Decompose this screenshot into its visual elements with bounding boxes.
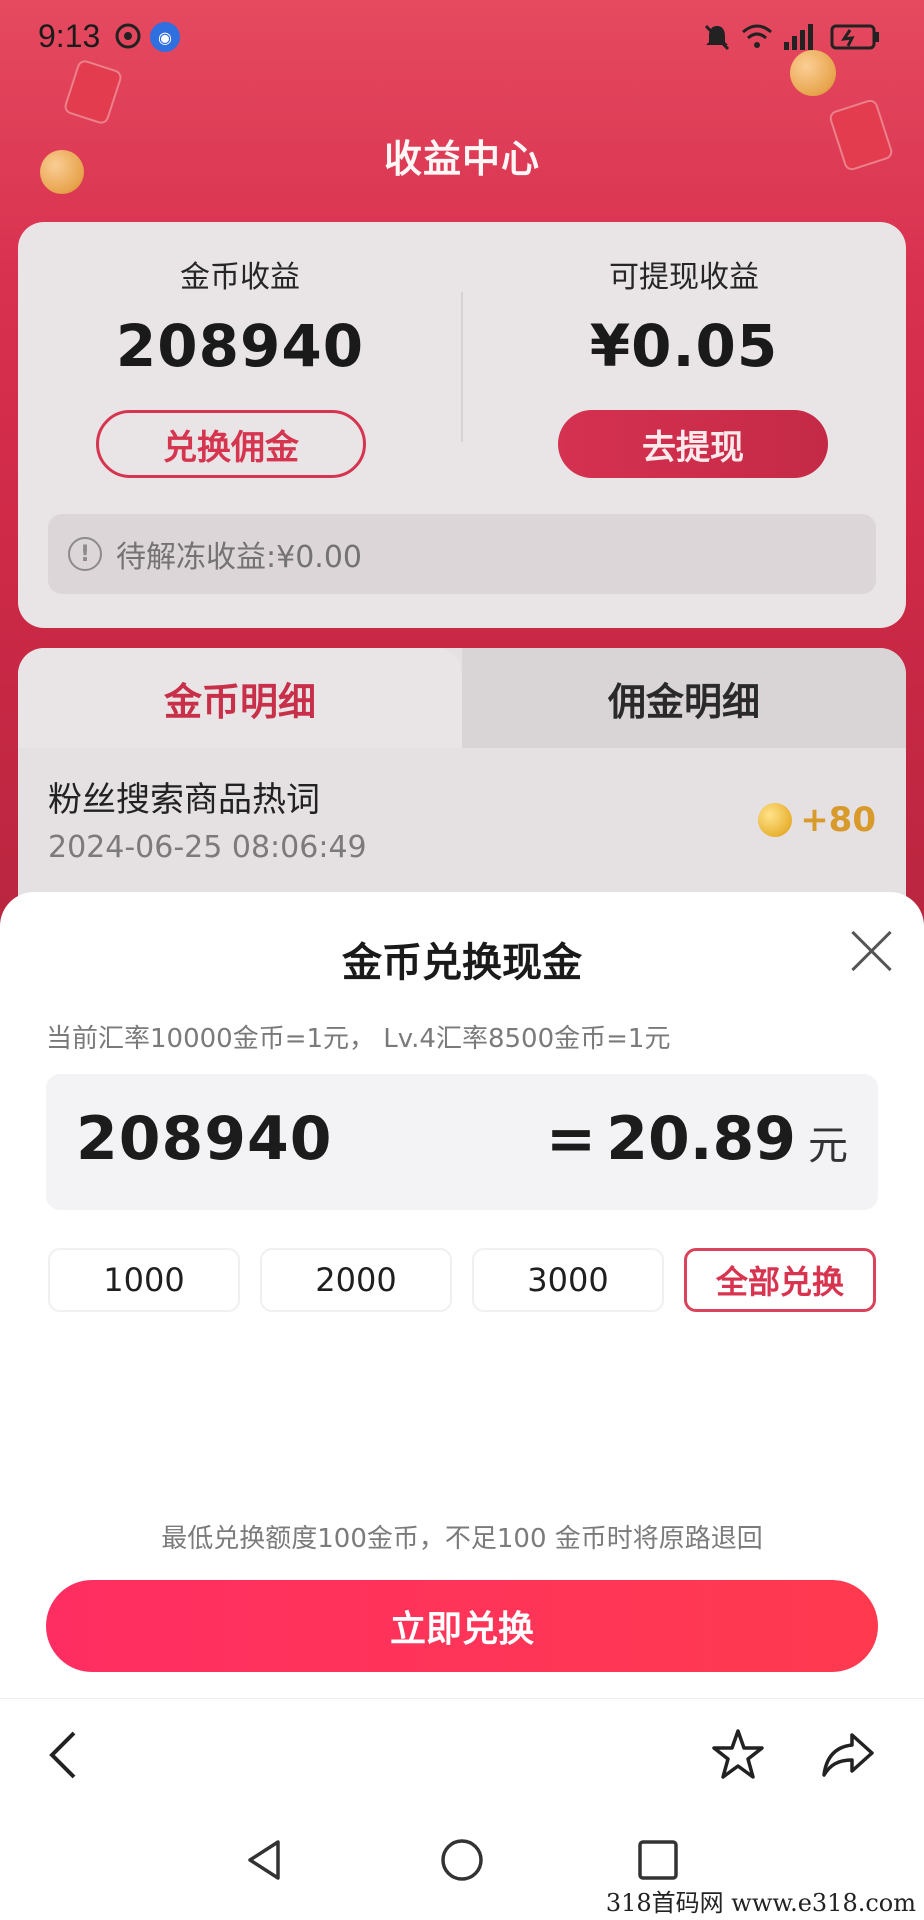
share-icon[interactable] (818, 1725, 878, 1785)
screen: 9:13 ◉ 收益中心 金币收益 208940 可提现收益 ¥0.05 兑换佣金… (0, 0, 924, 1920)
exchange-amount-box: = 20.89 元 (46, 1074, 878, 1210)
exchange-now-button[interactable]: 立即兑换 (46, 1580, 878, 1672)
back-triangle-icon[interactable] (240, 1836, 288, 1884)
result-value: 20.89 (606, 1104, 796, 1174)
status-bar: 9:13 ◉ (0, 0, 924, 76)
coin-amount-input[interactable] (76, 1104, 436, 1174)
exchange-rate-text: 当前汇率10000金币=1元， Lv.4汇率8500金币=1元 (46, 1024, 671, 1054)
record-time: 2024-06-25 08:06:49 (48, 830, 367, 865)
record-amount: +80 (758, 800, 876, 840)
wifi-icon (740, 22, 774, 52)
option-3000-button[interactable]: 3000 (472, 1248, 664, 1312)
coin-icon (758, 803, 793, 837)
tab-commission-details[interactable]: 佣金明细 (462, 648, 906, 748)
battery-icon (830, 22, 882, 52)
earnings-summary-card: 金币收益 208940 可提现收益 ¥0.05 兑换佣金 去提现 ! 待解冻收益… (18, 222, 906, 628)
withdrawable-value: ¥0.05 (589, 312, 779, 380)
option-1000-button[interactable]: 1000 (48, 1248, 240, 1312)
coin-earnings-label: 金币收益 (180, 260, 300, 295)
info-icon: ! (68, 537, 102, 571)
equals-sign: = (545, 1104, 597, 1174)
close-icon[interactable] (848, 928, 894, 974)
withdrawable-label: 可提现收益 (609, 260, 759, 295)
exchange-all-button[interactable]: 全部兑换 (684, 1248, 876, 1312)
minimum-note: 最低兑换额度100金币，不足100 金币时将原路退回 (161, 1524, 763, 1554)
location-icon (114, 22, 142, 52)
record-amount-value: +80 (800, 800, 876, 840)
exchange-result: = 20.89 元 (546, 1104, 848, 1174)
result-unit: 元 (808, 1123, 848, 1169)
coin-earnings-column: 金币收益 208940 (18, 222, 462, 380)
option-2000-button[interactable]: 2000 (260, 1248, 452, 1312)
withdraw-button[interactable]: 去提现 (558, 410, 828, 478)
exchange-commission-button[interactable]: 兑换佣金 (96, 410, 366, 478)
browser-app-icon: ◉ (150, 22, 180, 52)
coin-earnings-value: 208940 (115, 312, 365, 380)
page-title: 收益中心 (383, 137, 540, 181)
record-title: 粉丝搜索商品热词 (48, 780, 320, 820)
exchange-sheet: 金币兑换现金 当前汇率10000金币=1元， Lv.4汇率8500金币=1元 =… (0, 892, 924, 1698)
tab-coin-details[interactable]: 金币明细 (18, 648, 462, 748)
browser-toolbar (0, 1698, 924, 1812)
sheet-title: 金币兑换现金 (342, 940, 582, 986)
status-time: 9:13 (38, 18, 101, 54)
home-circle-icon[interactable] (438, 1836, 486, 1884)
frozen-earnings-text: 待解冻收益:¥0.00 (116, 540, 362, 575)
mute-icon (702, 22, 732, 52)
recent-square-icon[interactable] (634, 1836, 682, 1884)
signal-icon (780, 22, 820, 52)
withdrawable-column: 可提现收益 ¥0.05 (462, 222, 906, 380)
frozen-earnings-row: ! 待解冻收益:¥0.00 (48, 514, 876, 594)
back-arrow-icon[interactable] (36, 1725, 96, 1785)
watermark: 318首码网 www.e318.com (605, 1889, 916, 1917)
star-icon[interactable] (708, 1725, 768, 1785)
